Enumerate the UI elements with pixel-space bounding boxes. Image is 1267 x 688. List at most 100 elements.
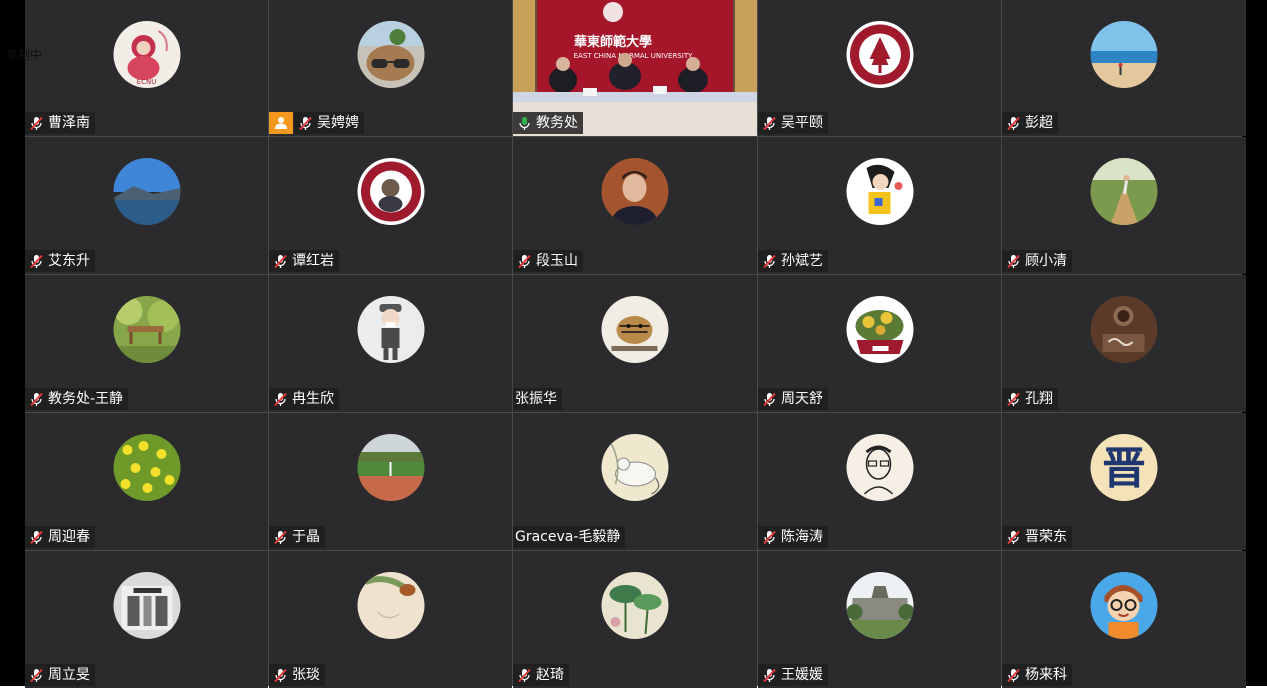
muted-mic-icon (274, 392, 287, 406)
participant-name: 冉生欣 (292, 391, 334, 407)
building-door-avatar (113, 572, 180, 639)
muted-mic-icon (274, 668, 287, 682)
participant-tile[interactable]: 彭超 (1002, 0, 1246, 136)
participant-tile[interactable]: 陈海涛 (758, 413, 1001, 550)
participant-name-tag: 张振华 (513, 388, 562, 410)
participant-tile[interactable]: 周天舒 (758, 275, 1001, 412)
succulent-cup-avatar (846, 296, 913, 363)
participant-tile[interactable]: 谭红岩 (269, 137, 512, 274)
muted-mic-icon (1007, 530, 1020, 544)
sunglasses-dog-avatar (357, 21, 424, 88)
participant-name: 吴娉娉 (317, 115, 359, 131)
muted-mic-icon (763, 116, 776, 130)
participant-name-tag: 周天舒 (758, 388, 828, 410)
muted-mic-icon (30, 254, 43, 268)
participant-name: 赵琦 (536, 667, 564, 683)
muted-mic-icon (274, 254, 287, 268)
participant-tile[interactable]: 杨来科 (1002, 551, 1246, 688)
participant-name: 彭超 (1025, 115, 1053, 131)
participant-name: 教务处 (536, 115, 578, 131)
muted-mic-icon (518, 254, 531, 268)
muted-mic-icon (274, 530, 287, 544)
participant-tile-active-speaker[interactable]: 華東師範大學 EAST CHINA NORMAL UNIVERSITY 教务处 (513, 0, 757, 136)
participant-name-tag: 杨来科 (1002, 664, 1072, 686)
participant-tile[interactable]: 孔翔 (1002, 275, 1246, 412)
ecnu-seal-photo-avatar (357, 158, 424, 225)
participant-tile[interactable]: ECNU 曹泽南 (25, 0, 268, 136)
participant-name: 周立旻 (48, 667, 90, 683)
participant-tile[interactable]: 周迎春 (25, 413, 268, 550)
participant-tile[interactable]: 冉生欣 (269, 275, 512, 412)
participant-name-tag: 艾东升 (25, 250, 95, 272)
tiger-painting-avatar (601, 296, 669, 363)
campus-building-avatar (846, 572, 913, 639)
participant-name-tag: 王媛媛 (758, 664, 828, 686)
cartoon-boy-avatar (357, 296, 424, 363)
participant-tile[interactable]: 段玉山 (513, 137, 757, 274)
avatar-character: 晋 (1102, 443, 1146, 494)
ecnu-girl-avatar: ECNU (113, 21, 180, 88)
participant-name: 陈海涛 (781, 529, 823, 545)
participant-name: 曹泽南 (48, 115, 90, 131)
yellow-flowers-avatar (113, 434, 180, 501)
person-icon (269, 112, 293, 134)
participant-tile[interactable]: 周立旻 (25, 551, 268, 688)
participant-name-tag: 彭超 (1002, 112, 1058, 134)
participant-name: Graceva-毛毅静 (515, 529, 621, 545)
video-banner-cn: 華東師範大學 (574, 34, 652, 50)
participant-name-tag: 吴娉娉 (294, 112, 364, 134)
active-mic-icon (519, 116, 530, 130)
participant-name: 孙斌艺 (781, 253, 823, 269)
participant-name-tag: 张琰 (269, 664, 325, 686)
participant-tile[interactable]: 晋 晋荣东 (1002, 413, 1246, 550)
participant-tile[interactable]: 教务处-王静 (25, 275, 268, 412)
participant-name: 顾小清 (1025, 253, 1067, 269)
man-portrait-avatar (601, 158, 669, 225)
muted-mic-icon (30, 530, 43, 544)
participant-name-tag: 晋荣东 (1002, 526, 1072, 548)
muted-mic-icon (299, 116, 312, 130)
muted-mic-icon (763, 392, 776, 406)
participant-name-tag: 曹泽南 (25, 112, 95, 134)
participant-name-tag: 谭红岩 (269, 250, 339, 272)
muted-mic-icon (30, 392, 43, 406)
participant-name-tag: 于晶 (269, 526, 325, 548)
bench-garden-avatar (113, 296, 180, 363)
participant-name: 谭红岩 (292, 253, 334, 269)
participant-name-tag: 段玉山 (513, 250, 583, 272)
left-black-strip (0, 0, 25, 686)
muted-mic-icon (1007, 668, 1020, 682)
muted-mic-icon (763, 530, 776, 544)
muted-mic-icon (763, 668, 776, 682)
participant-name-tag: 孙斌艺 (758, 250, 828, 272)
participant-tile[interactable]: 于晶 (269, 413, 512, 550)
participant-tile[interactable]: 吴平颐 (758, 0, 1001, 136)
participant-tile[interactable]: 赵琦 (513, 551, 757, 688)
coffee-art-avatar (1090, 296, 1158, 363)
participant-name: 王媛媛 (781, 667, 823, 683)
muted-mic-icon (763, 254, 776, 268)
participant-name-tag: 吴平颐 (758, 112, 828, 134)
participant-tile[interactable]: 艾东升 (25, 137, 268, 274)
participant-tile[interactable]: 张琰 (269, 551, 512, 688)
participant-name-tag: 周立旻 (25, 664, 95, 686)
participant-name: 杨来科 (1025, 667, 1067, 683)
lotus-painting-avatar (601, 572, 669, 639)
muted-mic-icon (1007, 116, 1020, 130)
participant-tile[interactable]: Graceva-毛毅静 (513, 413, 757, 550)
field-photo-avatar (357, 434, 424, 501)
participant-name: 张琰 (292, 667, 320, 683)
participant-tile[interactable]: 孙斌艺 (758, 137, 1001, 274)
participant-tile[interactable]: 顾小清 (1002, 137, 1246, 274)
participant-tile[interactable]: 王媛媛 (758, 551, 1001, 688)
participant-name-tag: Graceva-毛毅静 (513, 526, 626, 548)
participant-name: 段玉山 (536, 253, 578, 269)
muted-mic-icon (518, 668, 531, 682)
participant-tile[interactable]: 张振华 (513, 275, 757, 412)
participant-tile[interactable]: 吴娉娉 (269, 0, 512, 136)
participant-name: 孔翔 (1025, 391, 1053, 407)
participant-name-tag: 周迎春 (25, 526, 95, 548)
participant-name-tag: 顾小清 (1002, 250, 1072, 272)
muted-mic-icon (1007, 254, 1020, 268)
participant-name-tag: 陈海涛 (758, 526, 828, 548)
